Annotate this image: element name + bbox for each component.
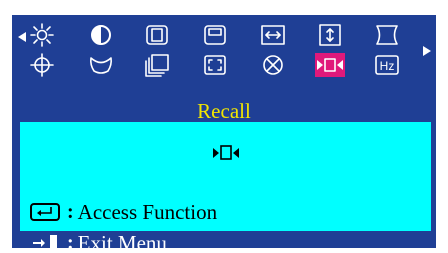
- access-function-label: Access Function: [77, 199, 218, 224]
- trapezoid-icon[interactable]: [88, 53, 114, 77]
- v-size-icon[interactable]: [317, 23, 343, 47]
- function-panel: : Access Function: [20, 122, 431, 231]
- exit-door-icon[interactable]: [32, 233, 60, 248]
- recall-icon: [212, 142, 240, 164]
- osd-menu-window: Hz Recall : Access Function: Exit Menu: [12, 15, 436, 248]
- contrast-icon[interactable]: [88, 23, 114, 47]
- tilt-icon[interactable]: [29, 53, 55, 77]
- enter-key-icon[interactable]: [30, 203, 60, 221]
- degauss-icon[interactable]: [260, 53, 286, 77]
- pincushion-icon[interactable]: [374, 23, 400, 47]
- h-size-icon[interactable]: [260, 23, 286, 47]
- parallelogram-icon[interactable]: [144, 53, 170, 77]
- triangle-right-icon[interactable]: [422, 45, 432, 57]
- access-function-hint: : Access Function: [30, 198, 217, 226]
- hz-label: Hz: [380, 59, 395, 73]
- menu-title: Recall: [197, 99, 251, 123]
- hint-separator: :: [67, 200, 74, 223]
- triangle-left-icon[interactable]: [17, 31, 27, 43]
- exit-menu-hint: : Exit Menu: [32, 230, 167, 249]
- size-icon[interactable]: [144, 23, 170, 47]
- corner-icon[interactable]: [202, 53, 228, 77]
- exit-menu-label: Exit Menu: [77, 230, 167, 249]
- hz-icon[interactable]: Hz: [374, 53, 400, 77]
- recall-icon[interactable]: [315, 53, 345, 77]
- position-icon[interactable]: [202, 23, 228, 47]
- hint-separator: :: [67, 231, 74, 249]
- brightness-icon[interactable]: [29, 23, 55, 47]
